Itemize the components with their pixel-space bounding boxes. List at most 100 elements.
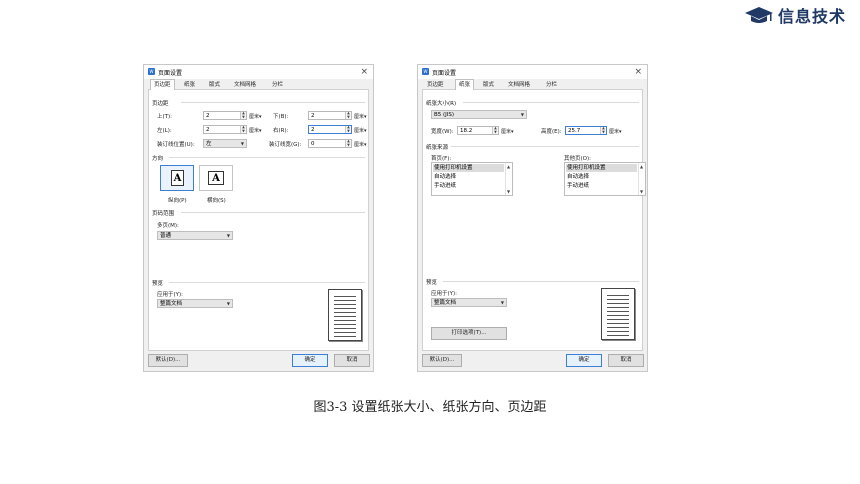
unit-select[interactable]: 厘米▾ bbox=[249, 127, 262, 134]
divider bbox=[169, 157, 365, 158]
unit-select[interactable]: 厘米▾ bbox=[354, 141, 367, 148]
app-icon: W bbox=[148, 68, 155, 75]
close-icon[interactable]: × bbox=[634, 66, 642, 78]
dialog-title: 页面设置 bbox=[432, 70, 457, 77]
ok-button[interactable]: 确定 bbox=[292, 354, 328, 367]
divider bbox=[451, 146, 639, 147]
gutter-position-select[interactable]: 左 ▼ bbox=[203, 139, 247, 148]
width-value: 18.2 bbox=[460, 128, 473, 134]
divider bbox=[169, 282, 365, 283]
apply-to-select[interactable]: 整篇文档 ▼ bbox=[157, 299, 233, 308]
cancel-button[interactable]: 取消 bbox=[608, 354, 644, 367]
figure-caption: 图3-3 设置纸张大小、纸张方向、页边距 bbox=[313, 400, 547, 415]
chevron-down-icon: ▼ bbox=[500, 300, 504, 305]
spin-arrows-icon[interactable]: ▲ ▼ bbox=[240, 125, 246, 133]
bottom-margin-input[interactable]: 2 ▲ ▼ bbox=[308, 111, 352, 120]
scrollbar[interactable]: ▲ ▼ bbox=[638, 163, 645, 195]
width-input[interactable]: 18.2 ▲ ▼ bbox=[457, 126, 499, 135]
section-preview: 预览 bbox=[426, 280, 438, 286]
list-item[interactable]: 使用打印机设置 bbox=[433, 164, 504, 172]
unit-select[interactable]: 厘米▾ bbox=[249, 113, 262, 120]
right-margin-value: 2 bbox=[311, 127, 315, 133]
divider bbox=[443, 281, 639, 282]
tab-layout[interactable]: 版式 bbox=[480, 80, 497, 90]
unit-select[interactable]: 厘米▾ bbox=[354, 127, 367, 134]
gutter-width-input[interactable]: 0 ▲ ▼ bbox=[308, 139, 352, 148]
multiple-pages-select[interactable]: 普通 ▼ bbox=[157, 231, 233, 240]
portrait-label[interactable]: 纵向(P) bbox=[168, 196, 187, 204]
tab-paper[interactable]: 纸张 bbox=[181, 80, 198, 90]
tab-margins[interactable]: 页边距 bbox=[150, 79, 175, 90]
tab-columns[interactable]: 分栏 bbox=[543, 80, 560, 90]
spin-arrows-icon[interactable]: ▲ ▼ bbox=[345, 111, 351, 119]
close-icon[interactable]: × bbox=[360, 66, 368, 78]
landscape-page-icon: A bbox=[208, 171, 224, 185]
list-item[interactable]: 自动选择 bbox=[567, 173, 589, 181]
list-item[interactable]: 手动进纸 bbox=[434, 182, 456, 190]
spin-arrows-icon[interactable]: ▲ ▼ bbox=[600, 126, 606, 134]
tab-doc-grid[interactable]: 文档网格 bbox=[231, 80, 259, 90]
app-icon: W bbox=[422, 68, 429, 75]
dialog-title-bar: W 页面设置 × bbox=[144, 65, 373, 79]
section-margins: 页边距 bbox=[152, 101, 169, 107]
top-margin-value: 2 bbox=[206, 113, 210, 119]
left-margin-value: 2 bbox=[206, 127, 210, 133]
list-item[interactable]: 自动选择 bbox=[434, 173, 456, 181]
unit-select[interactable]: 厘米▾ bbox=[354, 113, 367, 120]
top-margin-input[interactable]: 2 ▲ ▼ bbox=[203, 111, 247, 120]
gutter-width-value: 0 bbox=[311, 141, 315, 147]
section-preview: 预览 bbox=[152, 281, 164, 287]
unit-select[interactable]: 厘米▾ bbox=[609, 128, 622, 135]
other-pages-source-list[interactable]: 使用打印机设置 自动选择 手动进纸 ▲ ▼ bbox=[564, 162, 646, 196]
gutter-position-label: 装订线位置(U): bbox=[157, 142, 195, 148]
right-margin-input[interactable]: 2 ▲ ▼ bbox=[308, 125, 352, 134]
first-page-source-list[interactable]: 使用打印机设置 自动选择 手动进纸 ▲ ▼ bbox=[431, 162, 513, 196]
default-button[interactable]: 默认(D)... bbox=[148, 354, 188, 367]
right-margin-label: 右(R): bbox=[273, 128, 289, 134]
apply-to-select[interactable]: 整篇文档 ▼ bbox=[431, 298, 507, 307]
height-value: 25.7 bbox=[568, 128, 581, 134]
page-setup-dialog-paper: W 页面设置 × 页边距 纸张 版式 文档网格 分栏 纸张大小(R) B5 (J… bbox=[417, 64, 648, 372]
cancel-button[interactable]: 取消 bbox=[334, 354, 370, 367]
bottom-margin-label: 下(B): bbox=[273, 114, 289, 120]
tab-paper[interactable]: 纸张 bbox=[455, 79, 475, 90]
landscape-option[interactable]: A bbox=[199, 165, 233, 191]
left-margin-input[interactable]: 2 ▲ ▼ bbox=[203, 125, 247, 134]
ok-button[interactable]: 确定 bbox=[566, 354, 602, 367]
page-preview bbox=[601, 288, 635, 340]
section-pages: 页码范围 bbox=[152, 211, 175, 217]
chevron-down-icon[interactable]: ▼ bbox=[507, 189, 510, 194]
scrollbar[interactable]: ▲ ▼ bbox=[505, 163, 512, 195]
list-item[interactable]: 使用打印机设置 bbox=[566, 164, 637, 172]
section-paper-source: 纸张来源 bbox=[426, 145, 449, 151]
chevron-down-icon[interactable]: ▼ bbox=[640, 189, 643, 194]
spin-arrows-icon[interactable]: ▲ ▼ bbox=[492, 126, 498, 134]
section-orientation: 方向 bbox=[152, 156, 164, 162]
tab-panel-paper: 纸张大小(R) B5 (JIS) ▼ 宽度(W): 18.2 ▲ ▼ 厘米▾ 高度… bbox=[422, 90, 646, 351]
list-item[interactable]: 手动进纸 bbox=[567, 182, 589, 190]
landscape-label[interactable]: 横向(S) bbox=[207, 196, 226, 204]
print-options-button[interactable]: 打印选项(T)... bbox=[431, 327, 507, 340]
spin-arrows-icon[interactable]: ▲ ▼ bbox=[240, 111, 246, 119]
first-page-label: 首页(F): bbox=[431, 156, 452, 162]
chevron-up-icon[interactable]: ▲ bbox=[507, 164, 510, 169]
chevron-up-icon[interactable]: ▲ bbox=[640, 164, 643, 169]
unit-select[interactable]: 厘米▾ bbox=[501, 128, 514, 135]
portrait-option[interactable]: A bbox=[160, 165, 194, 191]
tab-doc-grid[interactable]: 文档网格 bbox=[505, 80, 533, 90]
bottom-margin-value: 2 bbox=[311, 113, 315, 119]
tab-margins[interactable]: 页边距 bbox=[424, 80, 447, 90]
page-preview bbox=[328, 289, 362, 341]
tab-layout[interactable]: 版式 bbox=[206, 80, 223, 90]
tab-bar: 页边距 纸张 版式 文档网格 分栏 bbox=[422, 79, 643, 90]
dialog-title-bar: W 页面设置 × bbox=[418, 65, 647, 79]
spin-arrows-icon[interactable]: ▲ ▼ bbox=[345, 139, 351, 147]
tab-columns[interactable]: 分栏 bbox=[269, 80, 286, 90]
height-input[interactable]: 25.7 ▲ ▼ bbox=[565, 126, 607, 135]
default-button[interactable]: 默认(D)... bbox=[422, 354, 462, 367]
gutter-position-value: 左 bbox=[206, 141, 212, 147]
divider bbox=[181, 212, 365, 213]
multiple-pages-value: 普通 bbox=[160, 233, 172, 239]
paper-size-select[interactable]: B5 (JIS) ▼ bbox=[431, 110, 527, 119]
spin-arrows-icon[interactable]: ▲ ▼ bbox=[345, 125, 351, 133]
